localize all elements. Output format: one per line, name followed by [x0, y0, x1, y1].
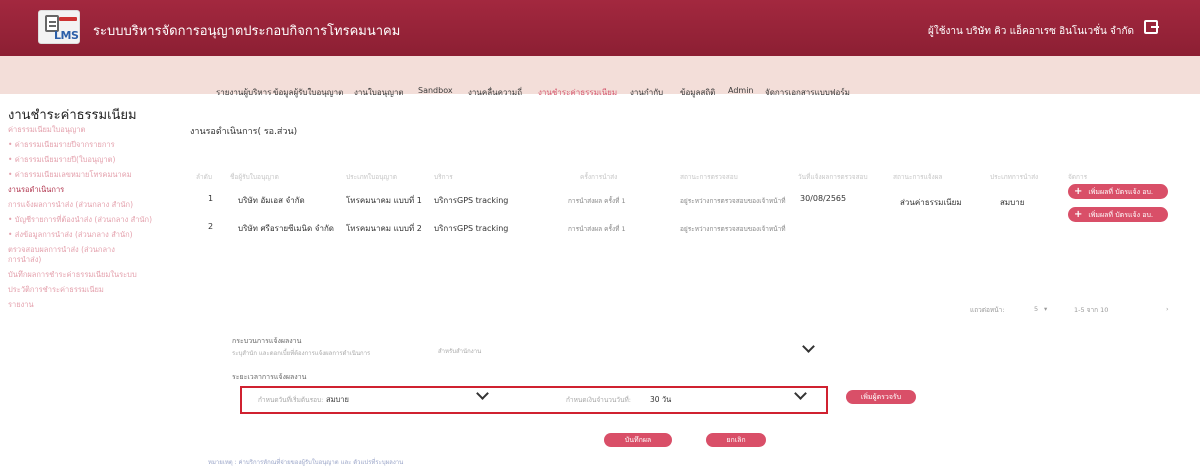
sidebar-title: งานชำระค่าธรรมเนียม: [8, 108, 137, 123]
office-select[interactable]: สำหรับสำนักงาน: [438, 346, 481, 356]
user-name: ผู้ใช้งาน บริษัท คิว แอ็คอาเรซ อินโนเวชั…: [927, 26, 1134, 37]
nav-item-sandbox[interactable]: Sandbox: [418, 86, 453, 95]
sidebar-item-notify-result[interactable]: การแจ้งผลการนำส่ง (ส่วนกลาง สำนัก): [8, 199, 133, 211]
table-header: ลำดับ: [196, 173, 212, 181]
table-cell: ส่วนค่าธรรมเนียม: [900, 198, 962, 207]
sidebar-item-pending[interactable]: งานรอดำเนินการ: [8, 184, 64, 196]
nav-item-frequency[interactable]: งานคลื่นความถี่: [468, 86, 522, 99]
table-cell: อยู่ระหว่างการตรวจสอบของเจ้าหน้าที่: [680, 197, 786, 205]
table-cell: โทรคมนาคม แบบที่ 1: [346, 196, 422, 205]
sidebar-item-payment-history[interactable]: ประวัติการชำระค่าธรรมเนียม: [8, 284, 104, 296]
chevron-down-icon[interactable]: [802, 340, 815, 353]
sidebar-item-report[interactable]: รายงาน: [8, 299, 34, 311]
process-help: ระบุสำนัก และดอกเบี้ยที่ต้องการแจ้งผลการ…: [232, 350, 371, 357]
start-round-label: กำหนดวันที่เริ่มต้นรอบ:: [258, 396, 324, 404]
cancel-button[interactable]: ยกเลิก: [706, 433, 766, 447]
table-cell: 1: [208, 194, 214, 203]
plus-icon: +: [1074, 186, 1083, 197]
sidebar-item-annual-fee-list[interactable]: • ค่าธรรมเนียมรายปีจากรายการ: [8, 139, 115, 151]
plus-icon: +: [1074, 209, 1083, 220]
add-result-button[interactable]: + เพิ่มผลที่ บัตรแจ้ง อบ.: [1068, 184, 1168, 199]
table-cell: โทรคมนาคม แบบที่ 2: [346, 224, 422, 233]
table-header: ประเภทการนำส่ง: [990, 173, 1039, 181]
table-cell: บริการGPS tracking: [434, 224, 509, 233]
sidebar-item-send-data[interactable]: • ส่งข้อมูลการนำส่ง (ส่วนกลาง สำนัก): [8, 229, 133, 241]
add-result-button[interactable]: + เพิ่มผลที่ บัตรแจ้ง อบ.: [1068, 207, 1168, 222]
start-round-select[interactable]: สมบาย: [326, 394, 349, 406]
top-header: LMS ระบบบริหารจัดการอนุญาตประกอบกิจการโท…: [0, 0, 1200, 56]
table-header: บริการ: [434, 173, 453, 181]
section-title: งานรอดำเนินการ( รอ.ส่วน): [190, 127, 298, 137]
table-cell: 2: [208, 222, 214, 231]
table-cell: สมบาย: [1000, 198, 1025, 207]
rows-per-page-label: แถวต่อหน้า:: [970, 306, 1005, 314]
app-title: ระบบบริหารจัดการอนุญาตประกอบกิจการโทรคมน…: [93, 24, 401, 39]
table-cell: บริษัท อัมเอส จำกัด: [238, 196, 305, 205]
nav-item-regulation[interactable]: งานกำกับ: [630, 86, 663, 99]
sidebar-item-license-fee[interactable]: ค่าธรรมเนียมใบอนุญาต: [8, 124, 85, 136]
table-header: สถานะการแจ้งผล: [893, 173, 943, 181]
save-button[interactable]: บันทึกผล: [604, 433, 672, 447]
sidebar-item-check-result-cont[interactable]: การนำส่ง): [8, 254, 41, 266]
table-header: จัดการ: [1068, 173, 1088, 181]
nav-item-fee-payment[interactable]: งานชำระค่าธรรมเนียม: [538, 86, 617, 99]
table-cell: บริการGPS tracking: [434, 196, 509, 205]
next-page-icon[interactable]: ›: [1166, 305, 1169, 313]
rows-per-page-select[interactable]: 5: [1034, 305, 1038, 313]
lms-logo: LMS: [38, 10, 80, 44]
period-label: ระยะเวลาการแจ้งผลงาน: [232, 373, 307, 381]
table-cell: การนำส่งผล ครั้งที่ 1: [568, 225, 626, 233]
table-cell: 30/08/2565: [800, 194, 847, 203]
table-header: วันที่แจ้งผลการตรวจสอบ: [798, 173, 868, 181]
process-label: กระบวนการแจ้งผลงาน: [232, 337, 302, 345]
sidebar-item-submit-list[interactable]: • บัญชีรายการที่ต้องนำส่ง (ส่วนกลาง สำนั…: [8, 214, 152, 226]
nav-item-license[interactable]: งานใบอนุญาต: [354, 86, 404, 99]
table-cell: บริษัท ศรีอรายซีเมนิด จำกัด: [238, 224, 334, 233]
nav-item-admin[interactable]: Admin: [728, 86, 754, 95]
table-header: ประเภทใบอนุญาต: [346, 173, 397, 181]
table-cell: การนำส่งผล ครั้งที่ 1: [568, 197, 626, 205]
sidebar-item-annual-fee[interactable]: • ค่าธรรมเนียมรายปี(ใบอนุญาต): [8, 154, 115, 166]
sidebar-item-record-payment[interactable]: บันทึกผลการชำระค่าธรรมเนียมในระบบ: [8, 269, 137, 281]
days-label: กำหนดเงินจำนวนวันที่:: [566, 396, 631, 404]
nav-item-executive-report[interactable]: รายงานผู้บริหาร: [216, 86, 271, 99]
table-header: ครั้งการนำส่ง: [580, 173, 618, 181]
days-select[interactable]: 30 วัน: [650, 394, 671, 406]
table-cell: อยู่ระหว่างการตรวจสอบของเจ้าหน้าที่: [680, 225, 786, 233]
logout-icon[interactable]: [1144, 20, 1159, 34]
nav-item-statistics[interactable]: ข้อมูลสถิติ: [680, 86, 715, 99]
table-header: ชื่อผู้รับใบอนุญาต: [230, 173, 279, 181]
sidebar-item-number-fee[interactable]: • ค่าธรรมเนียมเลขหมายโทรคมนาคม: [8, 169, 132, 181]
pagination-range: 1-5 จาก 10: [1074, 306, 1109, 314]
add-inspector-button[interactable]: เพิ่มผู้ตรวจรับ: [846, 390, 916, 404]
caret-down-icon[interactable]: ▾: [1044, 305, 1047, 313]
table-header: สถานะการตรวจสอบ: [680, 173, 738, 181]
footer-note: หมายเหตุ : ค่าบริการหักณที่จ่ายของผู้รับ…: [208, 459, 404, 466]
logo-text: LMS: [54, 29, 79, 42]
nav-item-form-docs[interactable]: จัดการเอกสารแบบฟอร์ม: [765, 86, 850, 99]
nav-item-licensee-info[interactable]: ข้อมูลผู้รับใบอนุญาต: [273, 86, 343, 99]
